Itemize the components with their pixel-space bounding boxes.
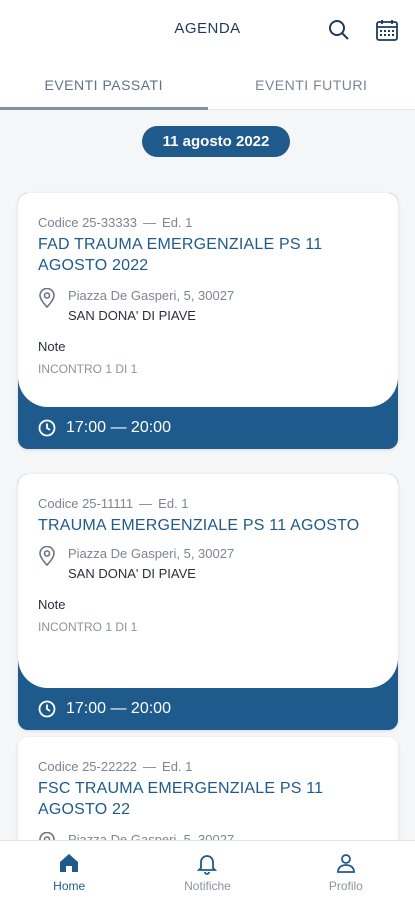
calendar-button[interactable] bbox=[373, 16, 401, 44]
nav-home-label: Home bbox=[53, 879, 86, 893]
location-pin-icon bbox=[39, 546, 55, 566]
event-city: SAN DONA' DI PIAVE bbox=[68, 566, 196, 581]
event-code: Codice 25-11111 bbox=[38, 496, 134, 511]
date-badge: 11 agosto 2022 bbox=[142, 126, 290, 157]
clock-icon bbox=[38, 700, 56, 718]
nav-notifiche-label: Notifiche bbox=[184, 879, 231, 893]
tab-bar: EVENTI PASSATI EVENTI FUTURI bbox=[0, 62, 415, 110]
search-button[interactable] bbox=[325, 16, 353, 44]
event-code-line: Codice 25-11111— Ed. 1 bbox=[38, 496, 189, 511]
nav-home[interactable]: Home bbox=[0, 841, 138, 900]
nav-profilo-label: Profilo bbox=[328, 879, 363, 893]
event-code-line: Codice 25-33333— Ed. 1 bbox=[38, 215, 193, 230]
tab-eventi-futuri[interactable]: EVENTI FUTURI bbox=[208, 62, 415, 109]
event-card[interactable]: Codice 25-33333— Ed. 1 FAD TRAUMA EMERGEN… bbox=[18, 193, 398, 449]
event-edition: Ed. 1 bbox=[162, 759, 193, 774]
event-card[interactable]: Codice 25-11111— Ed. 1 TRAUMA EMERGENZIAL… bbox=[18, 474, 398, 730]
bottom-nav: Home Notifiche Profilo bbox=[0, 840, 415, 900]
clock-icon bbox=[38, 419, 56, 437]
app-header: AGENDA bbox=[0, 0, 415, 62]
note-label: Note bbox=[38, 597, 66, 612]
event-title: FSC TRAUMA EMERGENZIALE PS 11 AGOSTO 22 bbox=[38, 780, 324, 818]
bell-icon bbox=[197, 855, 218, 875]
nav-profilo[interactable]: Profilo bbox=[277, 841, 415, 900]
location-pin-icon bbox=[39, 288, 55, 308]
note-label: Note bbox=[38, 339, 66, 354]
event-address: Piazza De Gasperi, 5, 30027 bbox=[68, 288, 235, 303]
event-time-range: 17:00 — 20:00 bbox=[66, 419, 171, 436]
event-edition: Ed. 1 bbox=[162, 215, 193, 230]
note-value: INCONTRO 1 DI 1 bbox=[38, 620, 138, 634]
event-card-body: Codice 25-11111— Ed. 1 TRAUMA EMERGENZIAL… bbox=[18, 474, 398, 688]
nav-notifiche[interactable]: Notifiche bbox=[138, 841, 276, 900]
calendar-icon bbox=[376, 20, 398, 41]
home-icon bbox=[60, 854, 79, 872]
search-icon bbox=[329, 20, 349, 40]
event-location: Piazza De Gasperi, 5, 30027 SAN DONA' DI… bbox=[38, 544, 378, 584]
event-time: 17:00 — 20:00 bbox=[38, 700, 171, 718]
event-code: Codice 25-33333 bbox=[38, 215, 138, 230]
note-value: INCONTRO 1 DI 1 bbox=[38, 362, 138, 376]
event-location: Piazza De Gasperi, 5, 30027 SAN DONA' DI… bbox=[38, 286, 378, 326]
event-time: 17:00 — 20:00 bbox=[38, 419, 171, 437]
tab-eventi-passati[interactable]: EVENTI PASSATI bbox=[0, 62, 208, 110]
event-code: Codice 25-22222 bbox=[38, 759, 138, 774]
event-title: FAD TRAUMA EMERGENZIALE PS 11 AGOSTO 202… bbox=[38, 236, 323, 274]
event-card-body: Codice 25-33333— Ed. 1 FAD TRAUMA EMERGEN… bbox=[18, 193, 398, 407]
event-time-range: 17:00 — 20:00 bbox=[66, 700, 171, 717]
event-title: TRAUMA EMERGENZIALE PS 11 AGOSTO bbox=[38, 517, 360, 534]
user-icon bbox=[336, 854, 355, 873]
event-edition: Ed. 1 bbox=[158, 496, 189, 511]
event-address: Piazza De Gasperi, 5, 30027 bbox=[68, 546, 235, 561]
event-code-line: Codice 25-22222— Ed. 1 bbox=[38, 759, 193, 774]
event-city: SAN DONA' DI PIAVE bbox=[68, 308, 196, 323]
